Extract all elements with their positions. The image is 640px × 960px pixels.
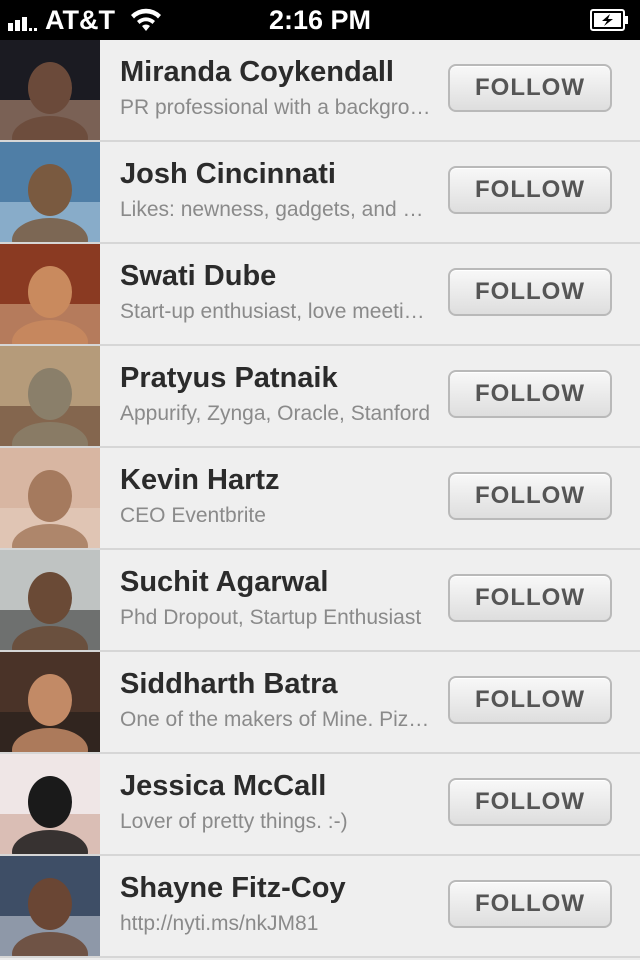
suggested-users-list[interactable]: Miranda Coykendall PR professional with a… [0, 40, 640, 960]
avatar[interactable] [0, 40, 100, 140]
user-bio: http://nyti.ms/nkJM81 [120, 912, 319, 935]
avatar[interactable] [0, 754, 100, 854]
user-bio: CEO Eventbrite [120, 504, 266, 527]
avatar[interactable] [0, 652, 100, 752]
user-bio: Phd Dropout, Startup Enthusiast [120, 606, 422, 629]
user-bio: Start-up enthusiast, love meeting new pe… [120, 300, 435, 323]
follow-button[interactable]: FOLLOW [448, 370, 612, 418]
follow-button[interactable]: FOLLOW [448, 472, 612, 520]
user-row[interactable]: Suchit Agarwal Phd Dropout, Startup Enthu… [0, 550, 640, 652]
follow-button[interactable]: FOLLOW [448, 268, 612, 316]
follow-button[interactable]: FOLLOW [448, 778, 612, 826]
user-bio: Appurify, Zynga, Oracle, Stanford [120, 402, 431, 425]
follow-button[interactable]: FOLLOW [448, 64, 612, 112]
avatar[interactable] [0, 856, 100, 956]
user-name[interactable]: Kevin Hartz [120, 464, 435, 497]
user-row[interactable]: Jessica McCall Lover of pretty things. :-… [0, 754, 640, 856]
follow-button[interactable]: FOLLOW [448, 676, 612, 724]
avatar[interactable] [0, 346, 100, 446]
user-row[interactable]: Miranda Coykendall PR professional with a… [0, 40, 640, 142]
user-name[interactable]: Suchit Agarwal [120, 566, 435, 599]
user-name[interactable]: Miranda Coykendall [120, 56, 435, 89]
follow-button[interactable]: FOLLOW [448, 880, 612, 928]
clock: 2:16 PM [268, 5, 372, 35]
avatar[interactable] [0, 142, 100, 242]
user-row[interactable]: Siddharth Batra One of the makers of Mine… [0, 652, 640, 754]
follow-button[interactable]: FOLLOW [448, 166, 612, 214]
avatar[interactable] [0, 244, 100, 344]
user-name[interactable]: Siddharth Batra [120, 668, 435, 701]
user-bio: One of the makers of Mine. Pizza lover [120, 708, 435, 731]
user-row[interactable]: Pratyus Patnaik Appurify, Zynga, Oracle, … [0, 346, 640, 448]
user-name[interactable]: Josh Cincinnati [120, 158, 435, 191]
user-row[interactable]: Shayne Fitz-Coy http://nyti.ms/nkJM81 FOLL… [0, 856, 640, 958]
user-name[interactable]: Jessica McCall [120, 770, 435, 803]
user-bio: PR professional with a background in tec… [120, 96, 435, 119]
avatar[interactable] [0, 550, 100, 650]
battery-charging-icon [590, 9, 628, 31]
user-name[interactable]: Shayne Fitz-Coy [120, 872, 435, 905]
follow-button[interactable]: FOLLOW [448, 574, 612, 622]
user-row[interactable]: Kevin Hartz CEO Eventbrite FOLLOW [0, 448, 640, 550]
user-bio: Lover of pretty things. :-) [120, 810, 348, 833]
user-row[interactable]: Josh Cincinnati Likes: newness, gadgets, … [0, 142, 640, 244]
user-row[interactable]: Swati Dube Start-up enthusiast, love meet… [0, 244, 640, 346]
avatar[interactable] [0, 448, 100, 548]
user-bio: Likes: newness, gadgets, and good food [120, 198, 435, 221]
status-bar: AT&T 2:16 PM [0, 0, 640, 40]
user-name[interactable]: Pratyus Patnaik [120, 362, 435, 395]
user-name[interactable]: Swati Dube [120, 260, 435, 293]
